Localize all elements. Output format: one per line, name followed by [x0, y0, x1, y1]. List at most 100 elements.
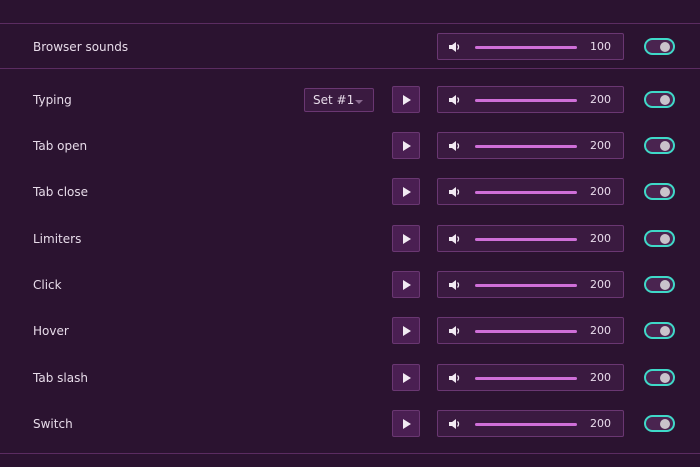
volume-slider[interactable]: 200 — [437, 271, 624, 298]
play-button[interactable] — [392, 178, 420, 205]
sound-toggle[interactable] — [644, 91, 675, 108]
volume-track[interactable] — [475, 284, 577, 287]
typing-set-select[interactable]: Set #1 — [304, 88, 374, 112]
play-button[interactable] — [392, 364, 420, 391]
browser-sounds-label: Browser sounds — [33, 40, 129, 54]
volume-fill — [475, 191, 577, 194]
volume-fill — [475, 330, 577, 333]
bottom-divider — [0, 453, 700, 454]
toggle-knob — [660, 141, 670, 151]
sound-toggle[interactable] — [644, 137, 675, 154]
sound-toggle[interactable] — [644, 415, 675, 432]
volume-slider[interactable]: 200 — [437, 225, 624, 252]
play-icon — [403, 187, 411, 197]
sound-row-tab-open: Tab open 200 — [0, 132, 700, 162]
sound-row-hover: Hover 200 — [0, 317, 700, 347]
browser-sounds-toggle[interactable] — [644, 38, 675, 55]
toggle-knob — [660, 234, 670, 244]
volume-track[interactable] — [475, 191, 577, 194]
speaker-icon — [449, 234, 460, 244]
browser-sounds-row: Browser sounds 100 — [0, 33, 700, 63]
play-icon — [403, 95, 411, 105]
play-button[interactable] — [392, 86, 420, 113]
play-icon — [403, 280, 411, 290]
volume-value: 200 — [590, 232, 611, 245]
volume-track[interactable] — [475, 99, 577, 102]
sound-toggle[interactable] — [644, 276, 675, 293]
volume-value: 200 — [590, 185, 611, 198]
toggle-knob — [660, 373, 670, 383]
sound-row-click: Click 200 — [0, 271, 700, 301]
speaker-icon — [449, 373, 460, 383]
volume-slider[interactable]: 200 — [437, 132, 624, 159]
sound-row-typing: Typing Set #1 200 — [0, 86, 700, 116]
play-icon — [403, 141, 411, 151]
toggle-knob — [660, 187, 670, 197]
sound-label: Tab close — [33, 185, 89, 199]
volume-slider[interactable]: 200 — [437, 178, 624, 205]
sound-toggle[interactable] — [644, 322, 675, 339]
section-divider — [0, 68, 700, 69]
sound-label: Switch — [33, 417, 73, 431]
volume-value: 200 — [590, 278, 611, 291]
volume-track[interactable] — [475, 377, 577, 380]
browser-sounds-volume-slider[interactable]: 100 — [437, 33, 624, 60]
sound-label: Typing — [33, 93, 72, 107]
speaker-icon — [449, 280, 460, 290]
volume-slider[interactable]: 200 — [437, 317, 624, 344]
volume-track[interactable] — [475, 423, 577, 426]
toggle-knob — [660, 326, 670, 336]
play-icon — [403, 326, 411, 336]
volume-track[interactable] — [475, 46, 577, 49]
play-button[interactable] — [392, 317, 420, 344]
play-button[interactable] — [392, 132, 420, 159]
toggle-knob — [660, 42, 670, 52]
speaker-icon — [449, 42, 460, 52]
volume-value: 200 — [590, 371, 611, 384]
volume-fill — [475, 99, 577, 102]
play-button[interactable] — [392, 225, 420, 252]
sound-label: Click — [33, 278, 62, 292]
volume-value: 200 — [590, 324, 611, 337]
volume-fill — [475, 423, 577, 426]
speaker-icon — [449, 419, 460, 429]
sound-row-limiters: Limiters 200 — [0, 225, 700, 255]
speaker-icon — [449, 187, 460, 197]
volume-slider[interactable]: 200 — [437, 410, 624, 437]
sound-toggle[interactable] — [644, 369, 675, 386]
volume-fill — [475, 377, 577, 380]
volume-track[interactable] — [475, 238, 577, 241]
volume-track[interactable] — [475, 145, 577, 148]
volume-value: 200 — [590, 139, 611, 152]
chevron-down-icon — [355, 100, 363, 104]
volume-slider[interactable]: 200 — [437, 86, 624, 113]
volume-fill — [475, 46, 577, 49]
play-icon — [403, 373, 411, 383]
play-button[interactable] — [392, 410, 420, 437]
volume-fill — [475, 238, 577, 241]
speaker-icon — [449, 326, 460, 336]
sound-row-switch: Switch 200 — [0, 410, 700, 440]
volume-value: 200 — [590, 417, 611, 430]
sound-label: Tab slash — [33, 371, 88, 385]
sound-label: Hover — [33, 324, 69, 338]
sound-row-tab-close: Tab close 200 — [0, 178, 700, 208]
sound-row-tab-slash: Tab slash 200 — [0, 364, 700, 394]
volume-value: 200 — [590, 93, 611, 106]
volume-value: 100 — [590, 40, 611, 53]
volume-track[interactable] — [475, 330, 577, 333]
top-divider — [0, 23, 700, 24]
play-button[interactable] — [392, 271, 420, 298]
typing-set-value: Set #1 — [313, 93, 355, 107]
volume-slider[interactable]: 200 — [437, 364, 624, 391]
sound-toggle[interactable] — [644, 230, 675, 247]
sound-label: Limiters — [33, 232, 82, 246]
toggle-knob — [660, 419, 670, 429]
toggle-knob — [660, 280, 670, 290]
play-icon — [403, 419, 411, 429]
volume-fill — [475, 145, 577, 148]
speaker-icon — [449, 141, 460, 151]
sound-toggle[interactable] — [644, 183, 675, 200]
toggle-knob — [660, 95, 670, 105]
sound-label: Tab open — [33, 139, 88, 153]
